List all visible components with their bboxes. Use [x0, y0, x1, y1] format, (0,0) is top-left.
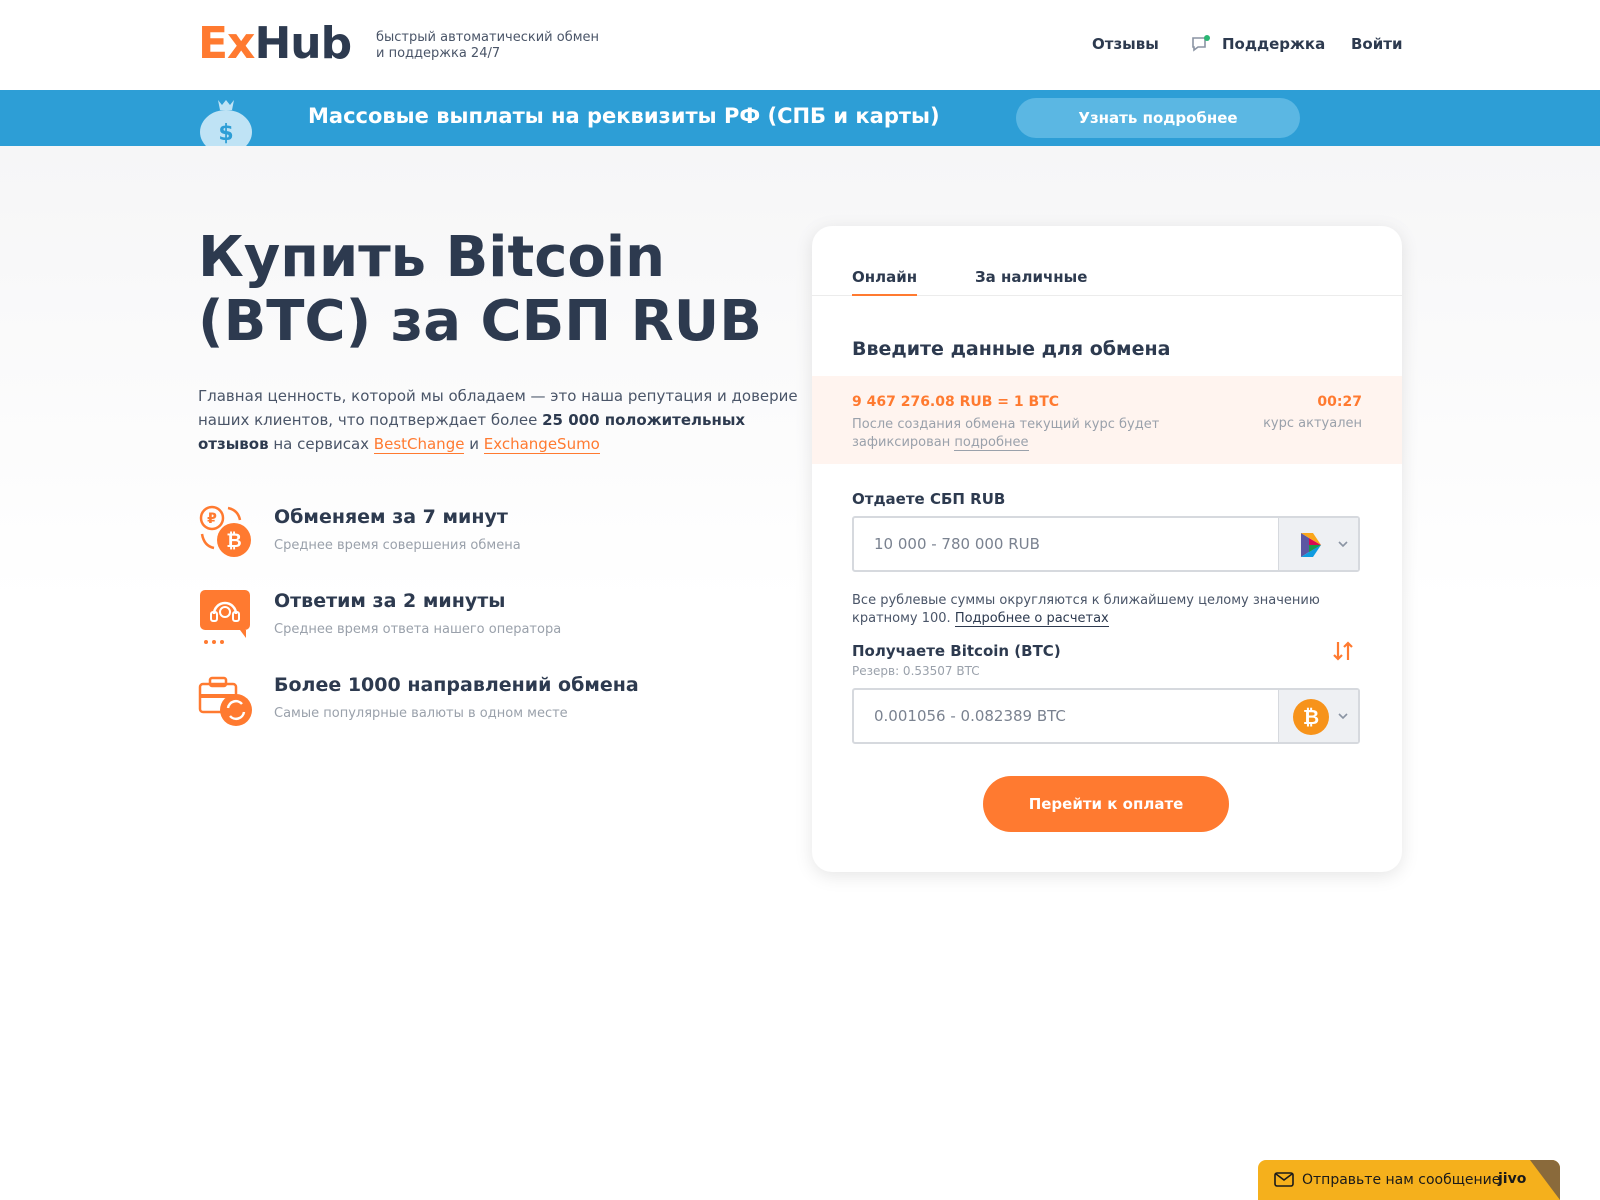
feature-item: Ответим за 2 минуты Среднее время ответа… [198, 588, 798, 648]
nav-support[interactable]: Поддержка [1222, 35, 1325, 53]
chat-widget[interactable]: Отправьте нам сообщение jivo [1258, 1160, 1560, 1200]
form-heading: Введите данные для обмена [852, 338, 1171, 360]
chevron-down-icon [1338, 541, 1348, 548]
feature-item: ₽ ₿ Обменяем за 7 минут Среднее время со… [198, 504, 798, 564]
exchange-coins-icon: ₽ ₿ [199, 505, 251, 557]
banner-text: Массовые выплаты на реквизиты РФ (СПБ и … [308, 104, 940, 128]
svg-text:$: $ [218, 121, 233, 146]
feature-subtitle: Среднее время совершения обмена [274, 538, 521, 553]
page-title: Купить Bitcoin (BTC) за СБП RUB [198, 226, 798, 354]
give-amount-input[interactable]: 10 000 - 780 000 RUB [852, 516, 1360, 572]
rate-box: 9 467 276.08 RUB = 1 BTC После создания … [812, 376, 1402, 464]
chat-corner-decoration [1530, 1160, 1560, 1200]
chevron-down-icon [1338, 713, 1348, 720]
tab-cash[interactable]: За наличные [975, 268, 1087, 294]
feature-title: Обменяем за 7 минут [274, 506, 508, 528]
feature-item: Более 1000 направлений обмена Самые попу… [198, 672, 798, 732]
swap-arrows-icon[interactable] [1330, 638, 1356, 664]
give-placeholder: 10 000 - 780 000 RUB [874, 535, 1040, 553]
support-chat-icon[interactable] [1191, 35, 1211, 53]
envelope-icon [1274, 1172, 1294, 1187]
sbp-icon [1301, 533, 1321, 557]
feature-subtitle: Самые популярные валюты в одном месте [274, 706, 568, 721]
exchangesumo-link[interactable]: ExchangeSumo [483, 435, 600, 454]
get-currency-select[interactable]: ₿ [1278, 690, 1358, 742]
title-line1: Купить Bitcoin [198, 225, 665, 290]
desc-part2: на сервисах [268, 435, 374, 453]
learn-more-button[interactable]: Узнать подробнее [1016, 98, 1300, 138]
rate-timer-label: курс актуален [1263, 416, 1362, 431]
bitcoin-icon: ₿ [1293, 699, 1329, 735]
nav-login[interactable]: Войти [1351, 35, 1402, 53]
tagline-line2: и поддержка 24/7 [376, 46, 501, 61]
logo-ex: Ex [198, 18, 255, 69]
exchange-form-card: Онлайн За наличные Введите данные для об… [812, 226, 1402, 872]
operator-headset-icon [200, 590, 250, 644]
chat-text: Отправьте нам сообщение [1302, 1172, 1501, 1188]
exchange-rate: 9 467 276.08 RUB = 1 BTC [852, 394, 1060, 410]
feature-subtitle: Среднее время ответа нашего оператора [274, 622, 562, 637]
promo-banner: $ Массовые выплаты на реквизиты РФ (СПБ … [0, 90, 1600, 146]
give-label: Отдаете СБП RUB [852, 490, 1006, 508]
desc-and: и [464, 435, 484, 453]
rate-note: После создания обмена текущий курс будет… [852, 416, 1182, 452]
bestchange-link[interactable]: BestChange [373, 435, 465, 454]
svg-text:₿: ₿ [1303, 705, 1319, 729]
rate-details-link[interactable]: подробнее [954, 435, 1029, 451]
title-line2: (BTC) за СБП RUB [198, 289, 762, 354]
description: Главная ценность, которой мы обладаем — … [198, 384, 798, 456]
svg-text:₿: ₿ [226, 530, 241, 552]
logo[interactable]: ExHub [198, 18, 352, 69]
nav-reviews[interactable]: Отзывы [1092, 35, 1159, 53]
svg-text:₽: ₽ [207, 511, 217, 527]
feature-title: Ответим за 2 минуты [274, 590, 506, 612]
jivo-logo: jivo [1498, 1171, 1527, 1187]
tab-online[interactable]: Онлайн [852, 268, 918, 296]
give-currency-select[interactable] [1278, 518, 1358, 570]
main-section: Купить Bitcoin (BTC) за СБП RUB Главная … [0, 146, 1600, 906]
proceed-to-payment-button[interactable]: Перейти к оплате [983, 776, 1229, 832]
get-label: Получаете Bitcoin (BTC) [852, 642, 1061, 660]
calculation-details-link[interactable]: Подробнее о расчетах [954, 611, 1109, 627]
logo-hub: Hub [254, 18, 352, 69]
reserve-text: Резерв: 0.53507 BTC [852, 664, 980, 678]
site-header: ExHub быстрый автоматический обмен и под… [0, 0, 1600, 90]
tagline-line1: быстрый автоматический обмен [376, 30, 600, 45]
directions-briefcase-icon [198, 676, 252, 726]
rate-timer: 00:27 [1317, 394, 1362, 410]
get-placeholder: 0.001056 - 0.082389 BTC [874, 707, 1066, 725]
tagline: быстрый автоматический обмен и поддержка… [376, 30, 616, 62]
rounding-note: Все рублевые суммы округляются к ближайш… [852, 592, 1352, 628]
get-amount-input[interactable]: 0.001056 - 0.082389 BTC ₿ [852, 688, 1360, 744]
money-bag-icon: $ [200, 100, 252, 146]
feature-title: Более 1000 направлений обмена [274, 674, 639, 696]
tabs: Онлайн За наличные [812, 226, 1402, 296]
